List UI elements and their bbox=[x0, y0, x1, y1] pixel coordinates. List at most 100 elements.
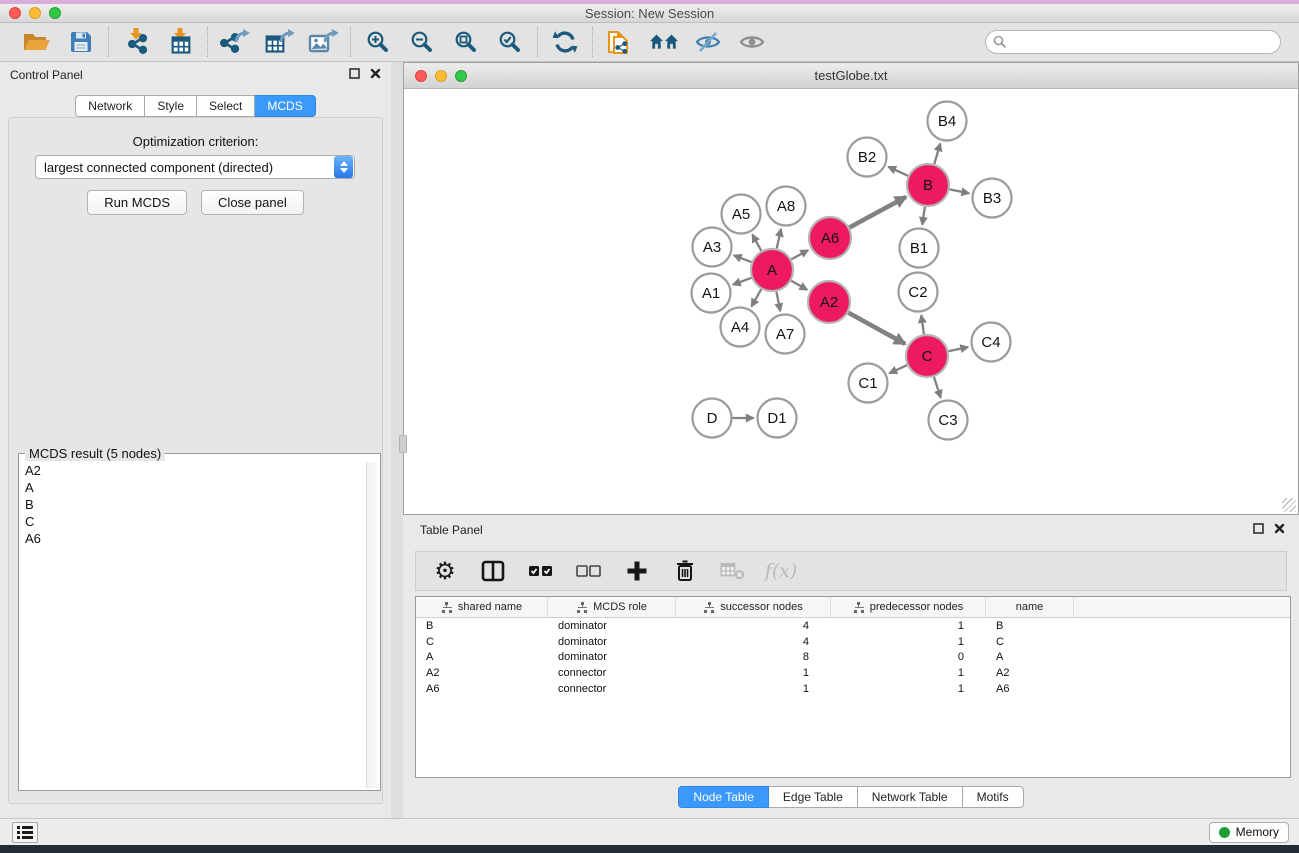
node-C4[interactable]: C4 bbox=[972, 323, 1011, 362]
add-column-icon[interactable] bbox=[624, 558, 650, 584]
node-A2[interactable]: A2 bbox=[808, 281, 850, 323]
import-table-icon[interactable] bbox=[165, 27, 195, 57]
cell[interactable]: A6 bbox=[416, 683, 548, 695]
node-B4[interactable]: B4 bbox=[928, 102, 967, 141]
session-titlebar[interactable]: Session: New Session bbox=[0, 4, 1299, 23]
cell[interactable]: 1 bbox=[676, 683, 831, 695]
edge-B-B4[interactable] bbox=[934, 144, 940, 164]
cell[interactable]: connector bbox=[548, 683, 676, 695]
result-list-item[interactable]: A bbox=[21, 479, 364, 496]
visibility-icon[interactable] bbox=[737, 27, 767, 57]
cell[interactable]: A bbox=[986, 651, 1074, 663]
cell[interactable]: 4 bbox=[676, 636, 831, 648]
cell[interactable]: B bbox=[416, 620, 548, 632]
table-row[interactable]: Bdominator41B bbox=[416, 618, 1290, 634]
cell[interactable]: 1 bbox=[831, 636, 986, 648]
node-A[interactable]: A bbox=[751, 249, 793, 291]
edge-A-A5[interactable] bbox=[752, 235, 761, 251]
node-B3[interactable]: B3 bbox=[973, 179, 1012, 218]
edge-C-C1[interactable] bbox=[889, 365, 907, 373]
cell[interactable]: 8 bbox=[676, 651, 831, 663]
refresh-icon[interactable] bbox=[550, 27, 580, 57]
tab-mcds[interactable]: MCDS bbox=[255, 95, 315, 117]
cell[interactable]: A6 bbox=[986, 683, 1074, 695]
table-row[interactable]: A6connector11A6 bbox=[416, 681, 1290, 697]
cell[interactable]: dominator bbox=[548, 636, 676, 648]
edge-B-B1[interactable] bbox=[922, 207, 925, 225]
column-header-shared-name[interactable]: shared name bbox=[416, 597, 548, 617]
node-A1[interactable]: A1 bbox=[692, 274, 731, 313]
close-panel-button[interactable]: Close panel bbox=[201, 190, 304, 215]
task-history-button[interactable] bbox=[12, 822, 38, 843]
select-columns-icon[interactable] bbox=[528, 558, 554, 584]
edge-A2-C[interactable] bbox=[848, 313, 905, 344]
cell[interactable]: 1 bbox=[831, 620, 986, 632]
zoom-out-icon[interactable] bbox=[407, 27, 437, 57]
float-panel-icon[interactable] bbox=[349, 66, 360, 84]
home-icon[interactable] bbox=[649, 27, 679, 57]
edge-C-C2[interactable] bbox=[921, 315, 924, 334]
table-row[interactable]: Cdominator41C bbox=[416, 634, 1290, 650]
memory-button[interactable]: Memory bbox=[1209, 822, 1289, 843]
result-list-item[interactable]: A2 bbox=[21, 462, 364, 479]
float-table-panel-icon[interactable] bbox=[1253, 521, 1264, 539]
edge-C-C3[interactable] bbox=[934, 377, 941, 398]
run-mcds-button[interactable]: Run MCDS bbox=[87, 190, 187, 215]
zoom-in-icon[interactable] bbox=[363, 27, 393, 57]
cell[interactable]: 1 bbox=[676, 667, 831, 679]
node-A7[interactable]: A7 bbox=[766, 315, 805, 354]
node-C2[interactable]: C2 bbox=[899, 273, 938, 312]
cell[interactable]: A bbox=[416, 651, 548, 663]
splitter-grip[interactable] bbox=[399, 435, 407, 453]
node-A3[interactable]: A3 bbox=[693, 228, 732, 267]
edge-A6-B[interactable] bbox=[849, 197, 906, 228]
tab-edge-table[interactable]: Edge Table bbox=[769, 786, 858, 808]
cell[interactable]: A2 bbox=[986, 667, 1074, 679]
delete-column-icon[interactable] bbox=[672, 558, 698, 584]
export-table-icon[interactable] bbox=[264, 27, 294, 57]
cell[interactable]: dominator bbox=[548, 651, 676, 663]
tab-style[interactable]: Style bbox=[145, 95, 197, 117]
node-B2[interactable]: B2 bbox=[848, 138, 887, 177]
search-input[interactable] bbox=[985, 30, 1281, 54]
node-A5[interactable]: A5 bbox=[722, 195, 761, 234]
export-network-icon[interactable] bbox=[220, 27, 250, 57]
cell[interactable]: 4 bbox=[676, 620, 831, 632]
tab-node-table[interactable]: Node Table bbox=[678, 786, 769, 808]
deselect-columns-icon[interactable] bbox=[576, 558, 602, 584]
edge-A-A1[interactable] bbox=[733, 278, 751, 285]
criterion-dropdown[interactable]: largest connected component (directed) bbox=[35, 155, 355, 179]
node-B1[interactable]: B1 bbox=[900, 229, 939, 268]
gear-icon[interactable]: ⚙ bbox=[432, 558, 458, 584]
tab-network-table[interactable]: Network Table bbox=[858, 786, 963, 808]
node-A4[interactable]: A4 bbox=[721, 308, 760, 347]
export-image-icon[interactable] bbox=[308, 27, 338, 57]
close-table-panel-icon[interactable] bbox=[1274, 521, 1285, 539]
result-list-item[interactable]: B bbox=[21, 496, 364, 513]
zoom-selected-icon[interactable] bbox=[495, 27, 525, 57]
network-canvas[interactable]: A5 A8 A6 A3 A A1 A2 A4 A7 B4 B2 B B3 B1 … bbox=[404, 89, 1298, 514]
close-panel-icon[interactable] bbox=[370, 66, 381, 84]
node-C[interactable]: C bbox=[906, 335, 948, 377]
cell[interactable]: A2 bbox=[416, 667, 548, 679]
mcds-result-list[interactable]: A2ABCA6 bbox=[21, 462, 364, 788]
cell[interactable]: C bbox=[416, 636, 548, 648]
column-header-predecessor-nodes[interactable]: predecessor nodes bbox=[831, 597, 986, 617]
column-header-MCDS-role[interactable]: MCDS role bbox=[548, 597, 676, 617]
cell[interactable]: connector bbox=[548, 667, 676, 679]
split-panel-icon[interactable] bbox=[480, 558, 506, 584]
result-list-scrollbar[interactable] bbox=[366, 462, 379, 788]
edge-A-A2[interactable] bbox=[791, 281, 807, 290]
tab-motifs[interactable]: Motifs bbox=[963, 786, 1024, 808]
node-B[interactable]: B bbox=[907, 164, 949, 206]
edge-B-B2[interactable] bbox=[888, 167, 908, 176]
node-A8[interactable]: A8 bbox=[767, 187, 806, 226]
edge-A-A4[interactable] bbox=[752, 289, 762, 306]
node-D1[interactable]: D1 bbox=[758, 399, 797, 438]
import-network-icon[interactable] bbox=[121, 27, 151, 57]
node-C3[interactable]: C3 bbox=[929, 401, 968, 440]
save-session-icon[interactable] bbox=[66, 27, 96, 57]
edge-A-A6[interactable] bbox=[791, 250, 808, 259]
node-D[interactable]: D bbox=[693, 399, 732, 438]
cell[interactable]: C bbox=[986, 636, 1074, 648]
